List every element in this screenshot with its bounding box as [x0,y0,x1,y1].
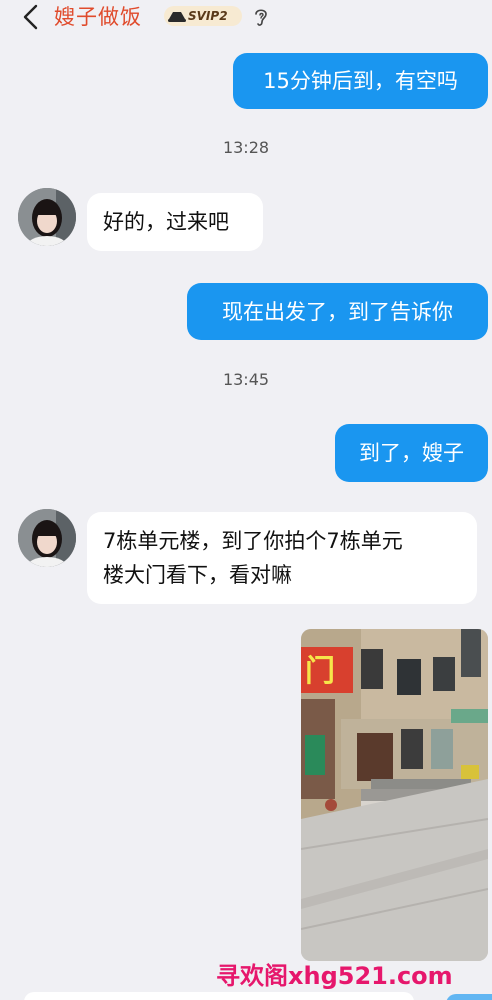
message-bubble-outgoing[interactable]: 到了，嫂子 [335,424,488,482]
vip-label: SVIP2 [188,9,228,23]
vip-badge[interactable]: SVIP2 [164,6,242,26]
message-bubble-outgoing[interactable]: 15分钟后到，有空吗 [233,53,488,109]
watermark-text: 寻欢阁xhg521.com [216,962,453,990]
message-bubble-incoming[interactable]: 7栋单元楼，到了你拍个7栋单元 楼大门看下，看对嘛 [87,512,477,604]
shop-sign-text: 门 [305,654,335,689]
message-bubble-incoming[interactable]: 好的，过来吧 [87,193,263,251]
message-text-line: 楼大门看下，看对嘛 [103,563,292,587]
hat-icon [168,12,186,22]
ear-icon[interactable] [252,6,270,28]
contact-avatar[interactable] [18,509,76,567]
avatar-image [18,188,76,246]
message-timestamp: 13:28 [222,138,270,157]
message-text: 现在出发了，到了告诉你 [222,299,453,324]
message-input[interactable] [24,992,414,1000]
send-button[interactable] [446,994,492,1000]
chevron-left-icon[interactable] [20,3,42,31]
message-text-line: 7栋单元楼，到了你拍个7栋单元 [103,529,403,553]
chat-header: 嫂子做饭 SVIP2 [0,0,492,36]
message-text: 到了，嫂子 [359,441,464,465]
message-text: 好的，过来吧 [103,210,229,234]
chat-title[interactable]: 嫂子做饭 [54,2,142,32]
message-timestamp: 13:45 [222,370,270,389]
building-photo: 门 [301,629,488,961]
contact-avatar[interactable] [18,188,76,246]
message-bubble-outgoing[interactable]: 现在出发了，到了告诉你 [187,283,488,340]
avatar-image [18,509,76,567]
message-text: 15分钟后到，有空吗 [263,69,458,93]
message-image[interactable]: 门 [301,629,488,961]
